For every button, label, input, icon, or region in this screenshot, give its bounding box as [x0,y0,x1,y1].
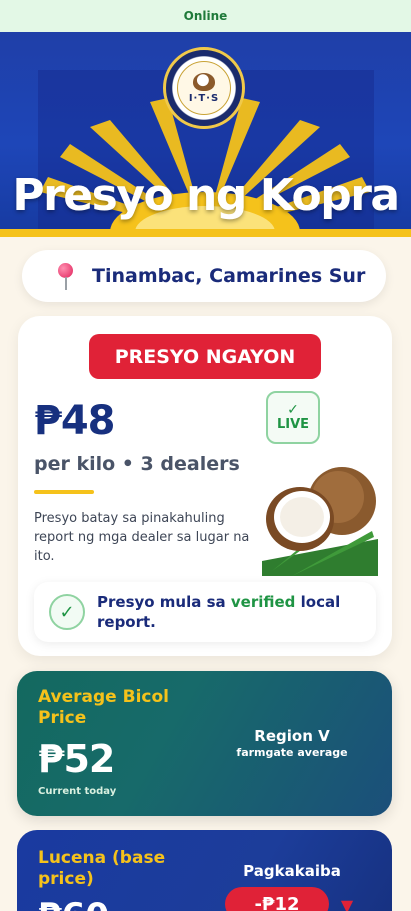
down-arrow-icon: ▼ [340,896,354,911]
status-text: Online [183,9,228,23]
coconut-icon [193,72,215,91]
logo-core: I·T·S [177,61,231,115]
hero-banner: I·T·S Presyo ng Kopra [0,32,411,237]
page-title: Presyo ng Kopra [12,170,400,221]
pin-needle [65,277,67,290]
divider [34,490,94,494]
pin-icon [54,261,76,291]
app-logo: I·T·S [163,47,245,129]
bicol-region-sub: farmgate average [236,746,348,759]
location-selector[interactable]: Tinambac, Camarines Sur [22,250,386,302]
lucena-label: Lucena (base price) [38,848,166,889]
bicol-average-card: Average Bicol Price ₱52 Current today Re… [17,671,392,816]
price-description: Presyo batay sa pinakahuling report ng m… [34,511,250,564]
status-bar: Online [0,0,411,32]
bicol-region: Region V [254,727,330,745]
bicol-note: Current today [38,786,117,797]
live-label: LIVE [276,416,310,432]
current-price-card: PRESYO NGAYON ₱48 ✓ LIVE per kilo • 3 de… [18,316,392,656]
verified-check-icon: ✓ [49,594,85,630]
price-unit: per kilo • 3 dealers [34,453,240,475]
pin-head [58,263,73,278]
today-price-badge: PRESYO NGAYON [89,334,321,379]
bicol-label: Average Bicol Price [38,687,170,728]
difference-label: Pagkakaiba [243,862,341,880]
check-icon: ✓ [287,401,299,418]
verified-notice: ✓ Presyo mula sa verified local report. [34,582,376,642]
location-label: Tinambac, Camarines Sur [92,265,366,287]
verified-text-start: Presyo mula sa [97,593,231,611]
verified-word: verified [230,593,296,611]
current-price: ₱48 [34,398,115,444]
live-badge: ✓ LIVE [266,391,320,444]
logo-its-text: I·T·S [188,92,220,104]
coconut-image [262,467,378,576]
bicol-price: ₱52 [38,737,115,781]
lucena-base-card: Lucena (base price) ₱60 Pagkakaiba -₱12 … [17,830,392,911]
difference-badge: -₱12 [225,887,329,911]
verified-text: Presyo mula sa verified local report. [97,592,376,632]
lucena-price: ₱60 [38,896,109,911]
